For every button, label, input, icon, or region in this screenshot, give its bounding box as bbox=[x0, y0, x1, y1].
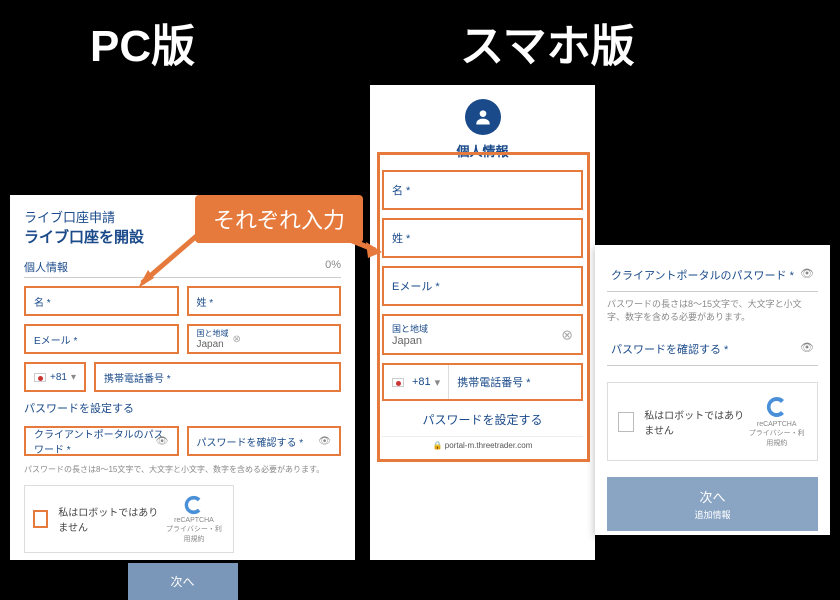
sp-form-panel-1: 個人情報 名 * 姓 * Eメール * 国と地域 Japan ⊗ +81 ▾ 携… bbox=[370, 85, 595, 560]
sp-country-field[interactable]: 国と地域 Japan ⊗ bbox=[382, 314, 583, 355]
eye-icon[interactable]: 👁 bbox=[156, 436, 169, 447]
pc-section-label: 個人情報 bbox=[24, 259, 68, 275]
password-hint: パスワードの長さは8〜15文字で、大文字と小文字、数字を含める必要があります。 bbox=[24, 464, 341, 475]
password-confirm-label: パスワードを確認する * bbox=[197, 434, 304, 449]
sp-password-section: パスワードを設定する bbox=[382, 411, 583, 428]
eye-icon[interactable]: 👁 bbox=[318, 436, 331, 447]
header-pc: PC版 bbox=[90, 10, 195, 74]
sp-phone-field[interactable]: 携帯電話番号 * bbox=[449, 365, 581, 399]
password-label: クライアントポータルのパスワード * bbox=[34, 426, 169, 456]
chevron-down-icon: ▾ bbox=[71, 372, 76, 383]
sp-recaptcha-label: 私はロボットではありません bbox=[644, 407, 746, 437]
next-button[interactable]: 次へ bbox=[128, 563, 238, 600]
sp-last-name-field[interactable]: 姓 * bbox=[382, 218, 583, 258]
recaptcha-checkbox[interactable] bbox=[33, 510, 48, 528]
country-field[interactable]: 国と地域 Japan ⊗ bbox=[187, 324, 342, 354]
sp-password-hint: パスワードの長さは8〜15文字で、大文字と小文字、数字を含める必要があります。 bbox=[607, 298, 818, 323]
sp-url-bar: 🔒 portal-m.threetrader.com bbox=[382, 436, 583, 450]
sp-password-confirm-label: パスワードを確認する * bbox=[611, 344, 728, 356]
sp-dial-code: +81 bbox=[412, 376, 431, 388]
pc-section-password: パスワードを設定する bbox=[24, 400, 341, 418]
flag-jp-icon bbox=[34, 373, 46, 382]
flag-jp-icon bbox=[392, 378, 404, 387]
password-field[interactable]: クライアントポータルのパスワード * 👁 bbox=[24, 426, 179, 456]
sp-password-field[interactable]: クライアントポータルのパスワード * 👁 bbox=[607, 259, 818, 292]
clear-icon[interactable]: ⊗ bbox=[233, 334, 241, 345]
sp-password-label: クライアントポータルのパスワード * bbox=[611, 270, 794, 282]
callout-label: それぞれ入力 bbox=[195, 195, 363, 243]
sp-section-title: 個人情報 bbox=[382, 141, 583, 160]
recaptcha-label: 私はロボットではありません bbox=[58, 504, 163, 534]
sp-country-value: Japan bbox=[392, 335, 573, 347]
sp-recaptcha-checkbox[interactable] bbox=[618, 412, 634, 432]
dial-code: +81 bbox=[50, 372, 67, 383]
country-label: 国と地域 bbox=[197, 328, 229, 339]
recaptcha-logo: reCAPTCHA プライバシー・利用規約 bbox=[163, 494, 225, 544]
password-confirm-field[interactable]: パスワードを確認する * 👁 bbox=[187, 426, 342, 456]
eye-icon[interactable]: 👁 bbox=[800, 341, 814, 354]
sp-next-button[interactable]: 次へ 追加情報 bbox=[607, 477, 818, 531]
sp-form-panel-2: クライアントポータルのパスワード * 👁 パスワードの長さは8〜15文字で、大文… bbox=[595, 245, 830, 535]
recaptcha-widget[interactable]: 私はロボットではありません reCAPTCHA プライバシー・利用規約 bbox=[24, 485, 234, 553]
sp-phone-row: +81 ▾ 携帯電話番号 * bbox=[382, 363, 583, 401]
person-icon bbox=[465, 99, 501, 135]
email-field[interactable]: Eメール * bbox=[24, 324, 179, 354]
sp-next-label: 次へ bbox=[699, 490, 725, 505]
header-sp: スマホ版 bbox=[460, 10, 635, 74]
clear-icon[interactable]: ⊗ bbox=[561, 326, 573, 343]
sp-country-label: 国と地域 bbox=[392, 322, 573, 335]
sp-dial-code-field[interactable]: +81 ▾ bbox=[384, 365, 449, 399]
eye-icon[interactable]: 👁 bbox=[800, 267, 814, 280]
sp-recaptcha-widget[interactable]: 私はロボットではありません reCAPTCHA プライバシー・利用規約 bbox=[607, 382, 818, 461]
recaptcha-logo: reCAPTCHA プライバシー・利用規約 bbox=[746, 395, 807, 448]
sp-next-sublabel: 追加情報 bbox=[607, 508, 818, 521]
sp-password-confirm-field[interactable]: パスワードを確認する * 👁 bbox=[607, 333, 818, 366]
sp-first-name-field[interactable]: 名 * bbox=[382, 170, 583, 210]
country-value: Japan bbox=[197, 339, 229, 350]
chevron-down-icon: ▾ bbox=[435, 376, 441, 389]
phone-field[interactable]: 携帯電話番号 * bbox=[94, 362, 341, 392]
sp-email-field[interactable]: Eメール * bbox=[382, 266, 583, 306]
dial-code-field[interactable]: +81 ▾ bbox=[24, 362, 86, 392]
